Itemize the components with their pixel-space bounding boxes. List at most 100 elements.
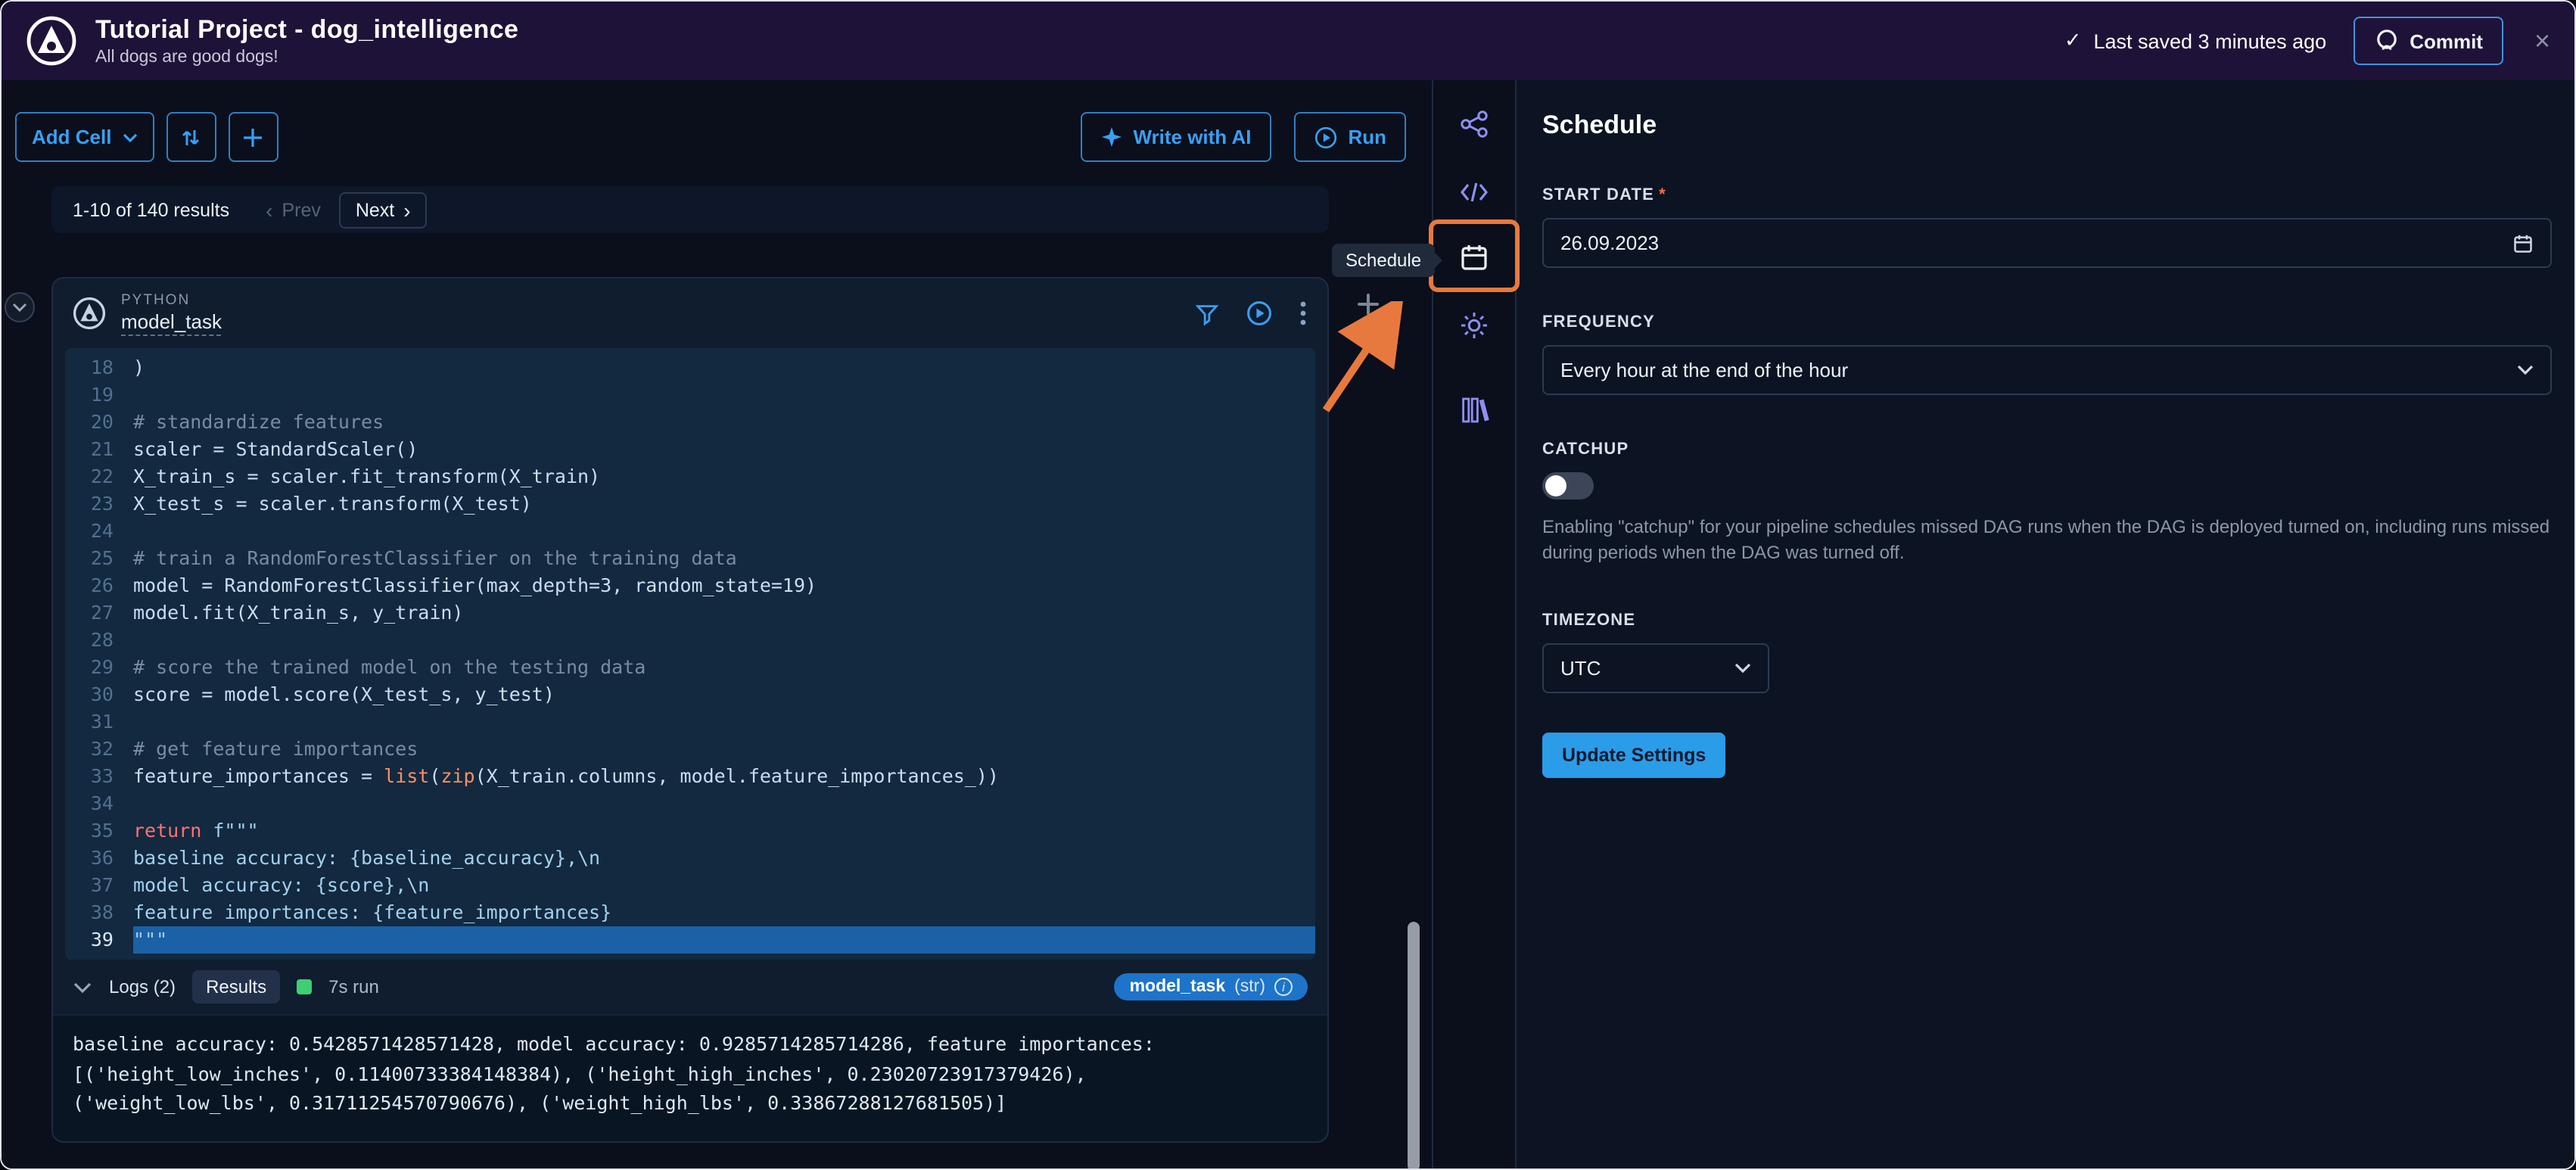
line-number: 29 — [90, 655, 114, 678]
close-icon[interactable]: × — [2534, 27, 2550, 54]
code-line[interactable]: 33 feature_importances = list(zip(X_train… — [65, 763, 1315, 790]
code-text: # score the trained model on the testing… — [133, 655, 646, 678]
output-variable-type: (str) — [1234, 978, 1265, 996]
code-line[interactable]: 29 # score the trained model on the testi… — [65, 654, 1315, 681]
update-settings-button[interactable]: Update Settings — [1542, 733, 1726, 778]
run-label: Run — [1348, 126, 1386, 148]
line-number: 28 — [90, 628, 114, 651]
code-line[interactable]: 19 — [65, 381, 1315, 409]
code-line[interactable]: 34 — [65, 790, 1315, 817]
frequency-select[interactable]: Every hour at the end of the hour — [1542, 345, 2552, 395]
start-date-input[interactable]: 26.09.2023 — [1542, 218, 2552, 268]
calendar-picker-icon[interactable] — [2512, 232, 2534, 254]
timezone-label: TIMEZONE — [1542, 611, 1636, 630]
cell-name[interactable]: model_task — [121, 310, 222, 335]
catchup-label: CATCHUP — [1542, 440, 1629, 459]
output-variable-badge[interactable]: model_task (str) i — [1114, 973, 1308, 1000]
code-text: model accuracy: {score},\n — [133, 873, 430, 896]
code-text: baseline accuracy: {baseline_accuracy},\… — [133, 846, 601, 869]
code-text: ) — [133, 356, 145, 378]
code-line[interactable]: 22 X_train_s = scaler.fit_transform(X_tra… — [65, 463, 1315, 490]
run-cell-icon[interactable] — [1246, 300, 1273, 327]
line-number: 20 — [90, 410, 114, 433]
collapse-output-icon[interactable] — [73, 980, 92, 994]
catchup-toggle[interactable] — [1542, 472, 1594, 499]
gear-icon[interactable] — [1459, 310, 1489, 341]
commit-button[interactable]: Commit — [2354, 17, 2504, 65]
schedule-calendar-icon[interactable] — [1459, 242, 1489, 272]
reorder-cells-button[interactable] — [166, 112, 216, 162]
add-cell-button[interactable]: Add Cell — [15, 112, 154, 162]
line-number: 27 — [90, 601, 114, 624]
code-line[interactable]: 31 — [65, 708, 1315, 736]
run-button[interactable]: Run — [1293, 112, 1406, 162]
frequency-value: Every hour at the end of the hour — [1560, 359, 1849, 381]
run-duration: 7s run — [328, 976, 379, 997]
code-line[interactable]: 26 model = RandomForestClassifier(max_dep… — [65, 572, 1315, 599]
results-tab[interactable]: Results — [192, 970, 281, 1004]
code-line[interactable]: 28 — [65, 627, 1315, 654]
code-text: feature importances: {feature_importance… — [133, 901, 612, 923]
required-mark: * — [1659, 186, 1666, 204]
code-line[interactable]: 30 score = model.score(X_test_s, y_test) — [65, 681, 1315, 708]
output-variable-name: model_task — [1129, 978, 1226, 996]
cell-footer: Logs (2) Results 7s run model_task (str)… — [53, 960, 1327, 1014]
code-line[interactable]: 21 scaler = StandardScaler() — [65, 436, 1315, 463]
collapse-cell-button[interactable] — [5, 292, 35, 322]
add-cell-label: Add Cell — [32, 126, 112, 148]
frequency-label: FREQUENCY — [1542, 313, 1655, 331]
code-line[interactable]: 38 feature importances: {feature_importan… — [65, 899, 1315, 926]
code-line[interactable]: 27 model.fit(X_train_s, y_train) — [65, 599, 1315, 627]
schedule-tooltip: Schedule — [1332, 244, 1443, 277]
cell-header: PYTHON model_task — [53, 278, 1327, 348]
code-text: model = RandomForestClassifier(max_depth… — [133, 574, 817, 596]
code-line[interactable]: 36 baseline accuracy: {baseline_accuracy}… — [65, 845, 1315, 872]
code-line[interactable]: 20 # standardize features — [65, 409, 1315, 436]
line-number: 33 — [90, 764, 114, 787]
write-with-ai-button[interactable]: Write with AI — [1080, 112, 1271, 162]
page-subtitle: All dogs are good dogs! — [95, 48, 278, 67]
results-count: 1-10 of 140 results — [73, 199, 230, 220]
line-number: 32 — [90, 737, 114, 760]
line-number: 26 — [90, 574, 114, 596]
app-header: Tutorial Project - dog_intelligence All … — [2, 2, 2574, 80]
line-number: 18 — [90, 356, 114, 378]
code-text: score = model.score(X_test_s, y_test) — [133, 683, 555, 705]
logs-toggle[interactable]: Logs (2) — [109, 976, 176, 997]
pipeline-icon[interactable] — [1459, 109, 1489, 139]
timezone-select[interactable]: UTC — [1542, 643, 1769, 693]
line-number: 35 — [90, 819, 114, 842]
schedule-panel: Schedule START DATE * 26.09.2023 FREQUENC… — [1517, 80, 2574, 1168]
code-line[interactable]: 39 """ — [65, 926, 1315, 954]
add-block-button[interactable] — [228, 112, 278, 162]
code-line[interactable]: 37 model accuracy: {score},\n — [65, 872, 1315, 899]
code-tab-icon[interactable] — [1459, 177, 1489, 207]
start-date-label-text: START DATE — [1542, 186, 1655, 204]
code-line[interactable]: 25 # train a RandomForestClassifier on th… — [65, 545, 1315, 572]
code-line[interactable]: 18) — [65, 354, 1315, 381]
chevron-down-icon — [2517, 365, 2534, 375]
sparkle-icon — [1100, 126, 1122, 148]
code-text: scaler = StandardScaler() — [133, 437, 418, 460]
start-date-value: 26.09.2023 — [1560, 232, 1660, 254]
code-editor[interactable]: 18) 19 20 # standardize features 21 scaler = … — [65, 348, 1315, 960]
code-line[interactable]: 35 return f""" — [65, 817, 1315, 845]
output-line: [('height_low_inches', 0.114007333841483… — [73, 1062, 1087, 1084]
library-icon[interactable] — [1459, 395, 1489, 425]
results-pagination: 1-10 of 140 results ‹ Prev Next › — [51, 186, 1329, 233]
line-number: 21 — [90, 437, 114, 460]
code-cell: PYTHON model_task 18) 19 20 # standardi… — [51, 277, 1329, 1143]
code-line[interactable]: 24 — [65, 518, 1315, 545]
code-line[interactable]: 23 X_test_s = scaler.transform(X_test) — [65, 490, 1315, 518]
filter-icon[interactable] — [1194, 300, 1220, 326]
code-line[interactable]: 32 # get feature importances — [65, 736, 1315, 763]
annotation-arrow-icon — [1322, 301, 1405, 412]
next-button[interactable]: Next › — [338, 191, 428, 228]
info-icon[interactable]: i — [1274, 978, 1293, 996]
line-number: 36 — [90, 846, 114, 869]
line-number: 24 — [90, 519, 114, 542]
notebook-toolbar: Add Cell Write with AI Run — [15, 112, 1406, 162]
vertical-scrollbar[interactable] — [1408, 922, 1420, 1168]
sidebar-icon-strip — [1429, 80, 1520, 1168]
prev-button[interactable]: ‹ Prev — [266, 199, 321, 220]
